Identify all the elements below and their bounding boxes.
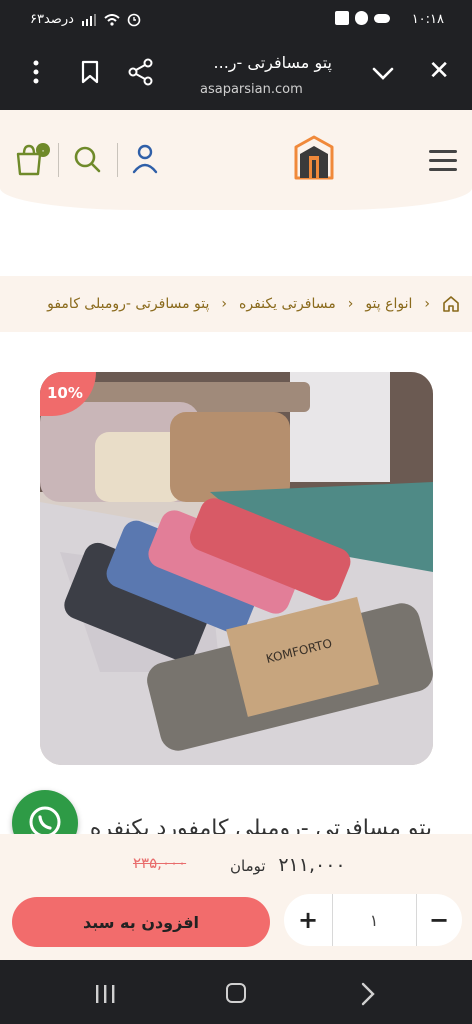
system-nav-bar bbox=[0, 960, 472, 1024]
site-header: ۰ bbox=[0, 110, 472, 210]
breadcrumb-item: پتو مسافرتی -رومبلی کامفو bbox=[47, 296, 210, 312]
logo[interactable] bbox=[292, 134, 336, 186]
quantity-stepper: + ۱ − bbox=[284, 894, 462, 946]
status-time: ۱۰:۱۸ bbox=[411, 12, 444, 27]
status-bar: ۱۰:۱۸ ۶۳درصد bbox=[0, 0, 472, 40]
back-chevron-icon[interactable] bbox=[360, 982, 376, 1006]
browser-toolbar: ✕ پتو مسافرتی -ر... asaparsian.com bbox=[0, 40, 472, 110]
breadcrumb-separator: ‹ bbox=[347, 296, 354, 312]
home-button-icon[interactable] bbox=[226, 983, 246, 1003]
search-icon[interactable] bbox=[72, 144, 102, 174]
vpn-shield-icon bbox=[355, 11, 368, 25]
page-title: پتو مسافرتی -ر... bbox=[213, 53, 332, 72]
breadcrumb-separator: ‹ bbox=[424, 296, 430, 312]
breadcrumb: ‹ انواع پتو ‹ مسافرتی یکنفره ‹ پتو مسافر… bbox=[0, 276, 472, 332]
status-icons bbox=[335, 11, 390, 25]
quantity-value[interactable]: ۱ bbox=[332, 894, 416, 946]
close-icon[interactable]: ✕ bbox=[428, 58, 450, 84]
share-icon[interactable] bbox=[128, 58, 154, 86]
cart-icon[interactable]: ۰ bbox=[14, 142, 54, 176]
user-icon[interactable] bbox=[132, 144, 158, 174]
status-left: ۶۳درصد bbox=[30, 12, 141, 27]
wifi-icon bbox=[104, 13, 120, 26]
recents-icon[interactable] bbox=[94, 984, 116, 1004]
battery-text: ۶۳درصد bbox=[30, 12, 74, 27]
header-divider bbox=[58, 143, 59, 177]
header-divider bbox=[117, 143, 118, 177]
cart-badge: ۰ bbox=[40, 146, 45, 157]
old-price: ۲۳۵,۰۰۰ bbox=[133, 854, 187, 872]
breadcrumb-item[interactable]: مسافرتی یکنفره bbox=[239, 296, 336, 312]
chevron-down-icon[interactable] bbox=[370, 60, 396, 86]
app-notification-icon bbox=[335, 11, 349, 25]
decrease-quantity-button[interactable]: − bbox=[416, 894, 462, 946]
price-currency: تومان bbox=[230, 857, 266, 875]
add-to-cart-button[interactable]: افزودن به سبد bbox=[12, 897, 270, 947]
bookmark-icon[interactable] bbox=[80, 60, 100, 84]
current-price: ۲۱۱,۰۰۰ تومان bbox=[230, 854, 346, 876]
alarm-icon bbox=[127, 13, 141, 26]
breadcrumb-separator: ‹ bbox=[221, 296, 228, 312]
home-icon[interactable] bbox=[442, 295, 460, 313]
increase-quantity-button[interactable]: + bbox=[284, 894, 332, 946]
breadcrumb-item[interactable]: انواع پتو bbox=[365, 296, 412, 312]
signal-icon bbox=[81, 13, 96, 26]
more-vert-icon[interactable] bbox=[31, 60, 41, 84]
page-url[interactable]: asaparsian.com bbox=[200, 82, 303, 97]
menu-icon[interactable] bbox=[428, 148, 458, 174]
price-value: ۲۱۱,۰۰۰ bbox=[278, 854, 346, 876]
product-image[interactable]: KOMFORTO bbox=[40, 372, 433, 765]
cloud-icon bbox=[374, 13, 390, 23]
